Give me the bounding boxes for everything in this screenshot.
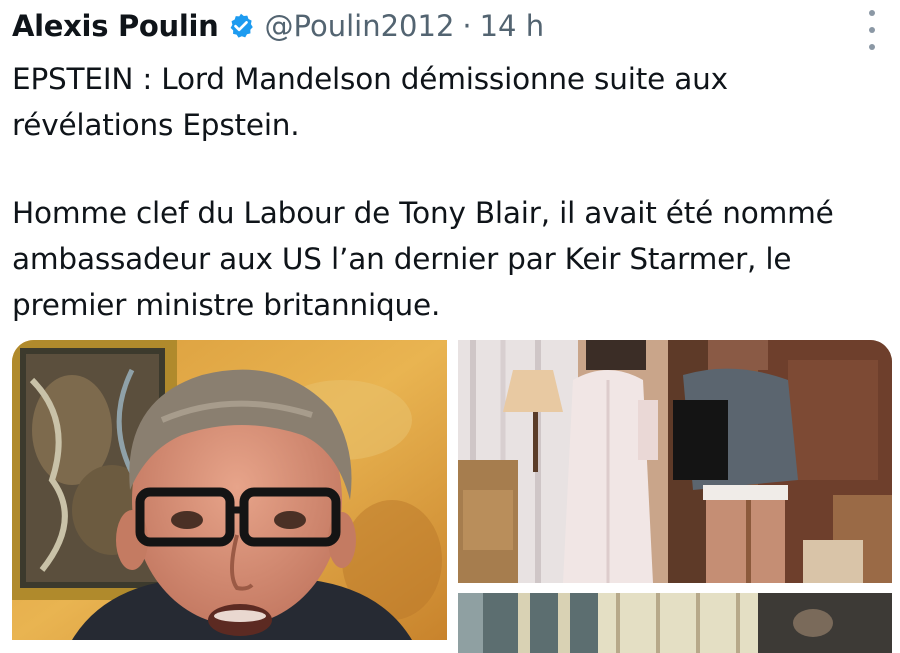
tweet-paragraph: EPSTEIN : Lord Mandelson démissionne sui… <box>12 62 728 142</box>
media-photo-room[interactable] <box>458 340 892 583</box>
more-dot <box>869 44 875 50</box>
more-dot <box>869 10 875 16</box>
separator-dot: · <box>462 9 472 43</box>
tweet-body: EPSTEIN : Lord Mandelson démissionne sui… <box>12 56 888 328</box>
media-photo-extra[interactable] <box>458 593 892 653</box>
media-photo-portrait[interactable] <box>12 340 447 640</box>
tweet-timestamp[interactable]: 14 h <box>480 9 545 43</box>
more-dot <box>869 27 875 33</box>
more-vertical-icon[interactable] <box>860 10 884 50</box>
tweet-paragraph: Homme clef du Labour de Tony Blair, il a… <box>12 196 834 322</box>
author-name[interactable]: Alexis Poulin <box>12 9 219 43</box>
author-handle[interactable]: @Poulin2012 <box>265 9 455 43</box>
verified-badge-icon <box>227 12 255 40</box>
tweet-header: Alexis Poulin @Poulin2012 · 14 h <box>12 4 544 48</box>
media-grid <box>12 340 892 653</box>
